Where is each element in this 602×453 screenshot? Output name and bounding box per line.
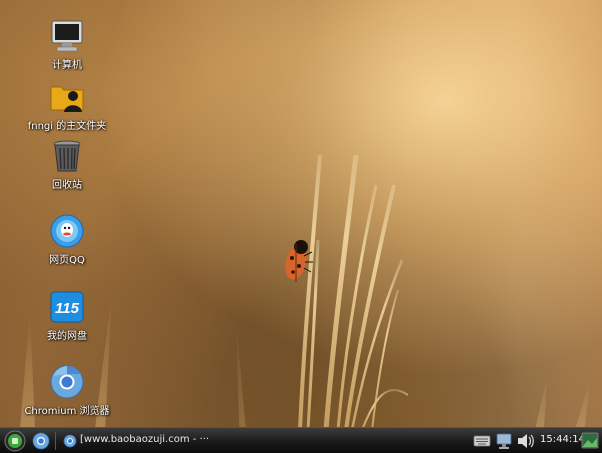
desktop-icon-computer[interactable]: 计算机 xyxy=(12,18,122,71)
qq-icon xyxy=(50,214,84,248)
start-menu-icon xyxy=(4,430,26,452)
computer-icon xyxy=(51,20,83,52)
chromium-icon xyxy=(32,432,50,450)
desktop-icon-chromium[interactable]: Chromium 浏览器 xyxy=(12,364,122,417)
desktop-icon-label: 网页QQ xyxy=(49,255,85,266)
quick-launch-browser[interactable] xyxy=(31,428,51,453)
taskbar-separator xyxy=(55,432,56,450)
start-menu-button[interactable] xyxy=(3,428,27,453)
keyboard-layout-indicator[interactable] xyxy=(472,428,492,453)
clock[interactable]: 15:44:14 xyxy=(540,434,585,445)
desktop: 计算机 fnngi 的主文件夹 回收站 网页QQ 115 我的网盘 Chromi… xyxy=(0,0,602,453)
volume-control[interactable] xyxy=(515,428,537,453)
desktop-icon-label: fnngi 的主文件夹 xyxy=(27,121,107,132)
chromium-icon xyxy=(50,365,84,399)
taskbar-window-title: [www.baobaozuji.com - ··· xyxy=(80,434,210,445)
desktop-icon-trash[interactable]: 回收站 xyxy=(12,138,122,191)
trash-icon xyxy=(53,140,81,172)
desktop-icon-label: 计算机 xyxy=(52,60,82,71)
netdisk-logo-text: 115 xyxy=(55,300,80,317)
desktop-icon-qq[interactable]: 网页QQ xyxy=(12,213,122,266)
network-icon xyxy=(496,433,512,449)
volume-icon xyxy=(518,434,534,448)
show-desktop-icon xyxy=(581,432,599,449)
desktop-icon-label: 回收站 xyxy=(52,180,82,191)
netdisk-115-icon: 115 xyxy=(50,291,84,323)
network-indicator[interactable] xyxy=(494,428,514,453)
show-desktop-button[interactable] xyxy=(580,428,600,453)
desktop-icon-home-folder[interactable]: fnngi 的主文件夹 xyxy=(12,79,122,132)
keyboard-icon xyxy=(473,435,491,447)
taskbar-window-button[interactable]: [www.baobaozuji.com - ··· xyxy=(60,428,210,453)
home-folder-icon xyxy=(50,86,84,112)
desktop-icon-label: 我的网盘 xyxy=(47,331,87,342)
taskbar: [www.baobaozuji.com - ··· 15:44:14 xyxy=(0,427,602,453)
desktop-icon-netdisk[interactable]: 115 我的网盘 xyxy=(12,289,122,342)
desktop-icon-label: Chromium 浏览器 xyxy=(24,406,110,417)
chromium-icon xyxy=(63,434,77,448)
